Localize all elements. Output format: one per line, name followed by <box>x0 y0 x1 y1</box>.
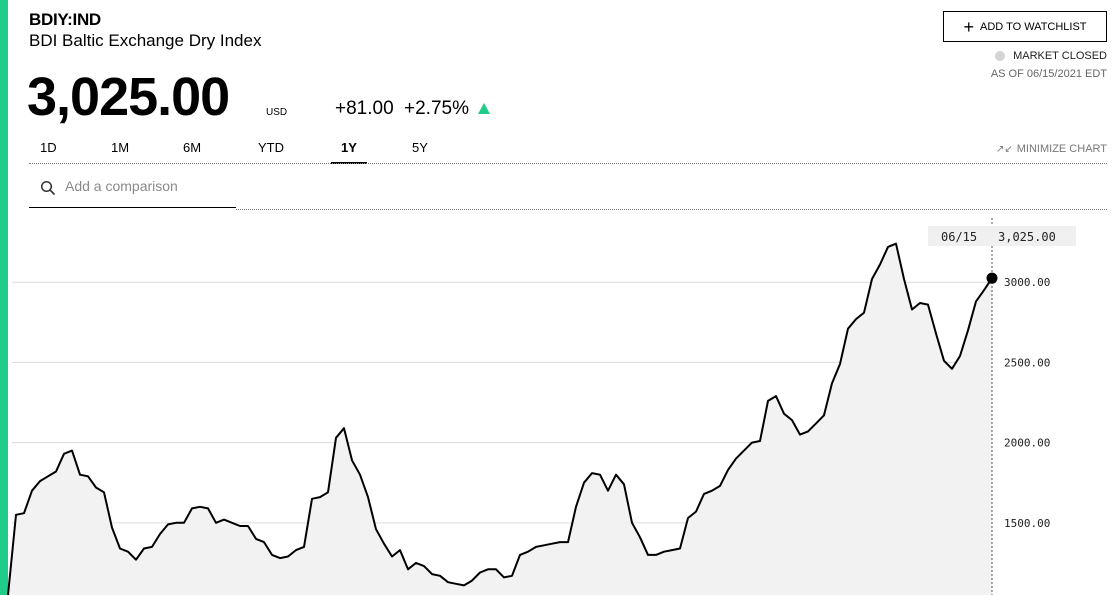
y-tick-label: 1500.00 <box>1004 517 1050 530</box>
last-point-marker <box>986 272 998 284</box>
price-chart: 1500.00 2000.00 2500.00 3000.00 06/15 3,025.0… <box>7 218 1076 595</box>
y-tick-label: 3000.00 <box>1004 276 1050 289</box>
y-tick-label: 2500.00 <box>1004 356 1050 369</box>
y-tick-label: 2000.00 <box>1004 437 1050 450</box>
tooltip-date: 06/15 <box>941 230 977 244</box>
tooltip-value: 3,025.00 <box>998 230 1056 244</box>
